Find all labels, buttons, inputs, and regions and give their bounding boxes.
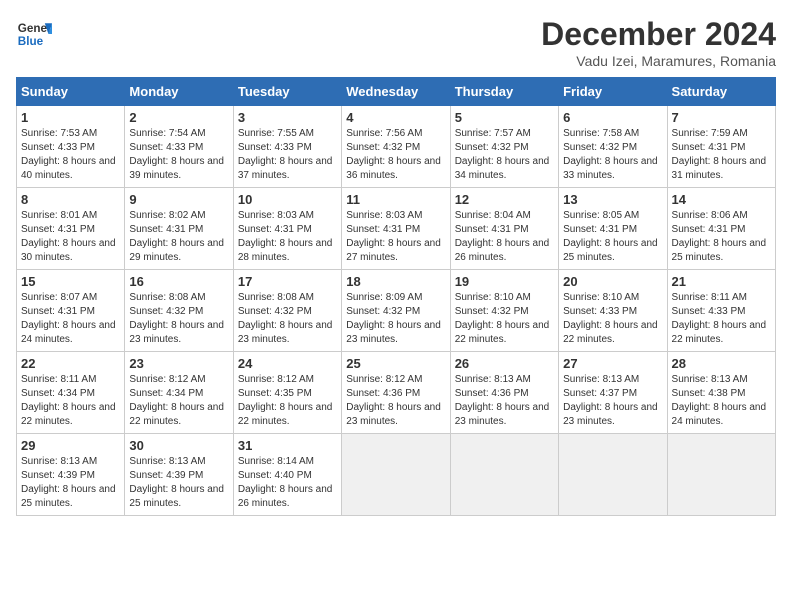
calendar-empty [450,434,558,516]
calendar-day-22: 22Sunrise: 8:11 AMSunset: 4:34 PMDayligh… [17,352,125,434]
header-sunday: Sunday [17,78,125,106]
calendar-day-28: 28Sunrise: 8:13 AMSunset: 4:38 PMDayligh… [667,352,775,434]
calendar-week-1: 1Sunrise: 7:53 AMSunset: 4:33 PMDaylight… [17,106,776,188]
calendar-day-25: 25Sunrise: 8:12 AMSunset: 4:36 PMDayligh… [342,352,450,434]
calendar-day-12: 12Sunrise: 8:04 AMSunset: 4:31 PMDayligh… [450,188,558,270]
logo: General Blue [16,16,52,52]
calendar-empty [667,434,775,516]
calendar-week-2: 8Sunrise: 8:01 AMSunset: 4:31 PMDaylight… [17,188,776,270]
calendar-day-16: 16Sunrise: 8:08 AMSunset: 4:32 PMDayligh… [125,270,233,352]
header-saturday: Saturday [667,78,775,106]
calendar-day-13: 13Sunrise: 8:05 AMSunset: 4:31 PMDayligh… [559,188,667,270]
calendar-week-5: 29Sunrise: 8:13 AMSunset: 4:39 PMDayligh… [17,434,776,516]
calendar-day-8: 8Sunrise: 8:01 AMSunset: 4:31 PMDaylight… [17,188,125,270]
calendar-day-9: 9Sunrise: 8:02 AMSunset: 4:31 PMDaylight… [125,188,233,270]
weekday-header-row: Sunday Monday Tuesday Wednesday Thursday… [17,78,776,106]
calendar-table: Sunday Monday Tuesday Wednesday Thursday… [16,77,776,516]
header-thursday: Thursday [450,78,558,106]
calendar-day-2: 2Sunrise: 7:54 AMSunset: 4:33 PMDaylight… [125,106,233,188]
calendar-empty [559,434,667,516]
calendar-day-14: 14Sunrise: 8:06 AMSunset: 4:31 PMDayligh… [667,188,775,270]
calendar-day-20: 20Sunrise: 8:10 AMSunset: 4:33 PMDayligh… [559,270,667,352]
header-friday: Friday [559,78,667,106]
header-tuesday: Tuesday [233,78,341,106]
calendar-day-6: 6Sunrise: 7:58 AMSunset: 4:32 PMDaylight… [559,106,667,188]
calendar-empty [342,434,450,516]
calendar-day-11: 11Sunrise: 8:03 AMSunset: 4:31 PMDayligh… [342,188,450,270]
calendar-day-29: 29Sunrise: 8:13 AMSunset: 4:39 PMDayligh… [17,434,125,516]
calendar-day-17: 17Sunrise: 8:08 AMSunset: 4:32 PMDayligh… [233,270,341,352]
calendar-day-10: 10Sunrise: 8:03 AMSunset: 4:31 PMDayligh… [233,188,341,270]
month-title: December 2024 [541,16,776,53]
calendar-day-19: 19Sunrise: 8:10 AMSunset: 4:32 PMDayligh… [450,270,558,352]
calendar-day-26: 26Sunrise: 8:13 AMSunset: 4:36 PMDayligh… [450,352,558,434]
calendar-day-31: 31Sunrise: 8:14 AMSunset: 4:40 PMDayligh… [233,434,341,516]
header-monday: Monday [125,78,233,106]
page-header: General Blue December 2024 Vadu Izei, Ma… [16,16,776,69]
logo-icon: General Blue [16,16,52,52]
svg-text:Blue: Blue [18,35,44,48]
title-block: December 2024 Vadu Izei, Maramures, Roma… [541,16,776,69]
calendar-day-4: 4Sunrise: 7:56 AMSunset: 4:32 PMDaylight… [342,106,450,188]
header-wednesday: Wednesday [342,78,450,106]
calendar-day-21: 21Sunrise: 8:11 AMSunset: 4:33 PMDayligh… [667,270,775,352]
calendar-week-4: 22Sunrise: 8:11 AMSunset: 4:34 PMDayligh… [17,352,776,434]
calendar-day-18: 18Sunrise: 8:09 AMSunset: 4:32 PMDayligh… [342,270,450,352]
calendar-day-7: 7Sunrise: 7:59 AMSunset: 4:31 PMDaylight… [667,106,775,188]
location: Vadu Izei, Maramures, Romania [541,53,776,69]
calendar-day-5: 5Sunrise: 7:57 AMSunset: 4:32 PMDaylight… [450,106,558,188]
calendar-day-27: 27Sunrise: 8:13 AMSunset: 4:37 PMDayligh… [559,352,667,434]
calendar-day-24: 24Sunrise: 8:12 AMSunset: 4:35 PMDayligh… [233,352,341,434]
calendar-day-30: 30Sunrise: 8:13 AMSunset: 4:39 PMDayligh… [125,434,233,516]
calendar-day-23: 23Sunrise: 8:12 AMSunset: 4:34 PMDayligh… [125,352,233,434]
calendar-day-3: 3Sunrise: 7:55 AMSunset: 4:33 PMDaylight… [233,106,341,188]
calendar-day-15: 15Sunrise: 8:07 AMSunset: 4:31 PMDayligh… [17,270,125,352]
calendar-day-1: 1Sunrise: 7:53 AMSunset: 4:33 PMDaylight… [17,106,125,188]
calendar-week-3: 15Sunrise: 8:07 AMSunset: 4:31 PMDayligh… [17,270,776,352]
